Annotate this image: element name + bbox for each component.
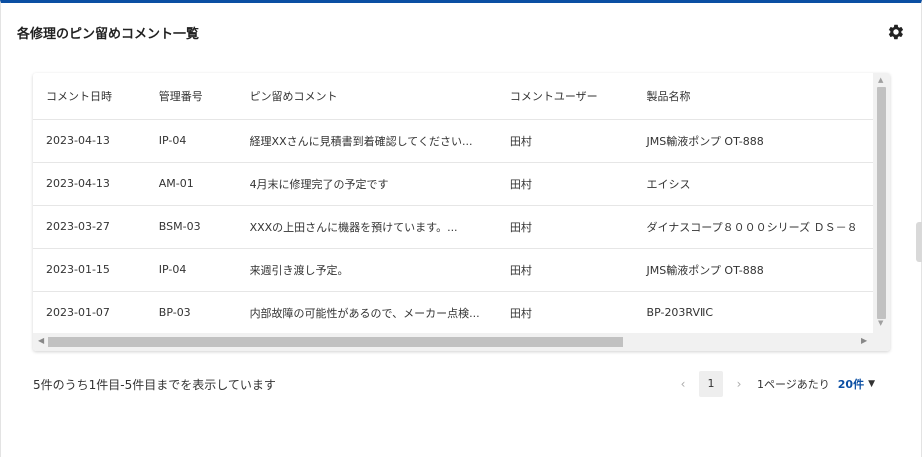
side-edge-tab[interactable]: [916, 222, 922, 262]
table-row[interactable]: 2023-03-27 BSM-03 XXXの上田さんに機器を預けています。...…: [33, 204, 873, 248]
card-title: 各修理のピン留めコメント一覧: [17, 27, 200, 42]
cell-management-number: AM-01: [145, 161, 237, 205]
vertical-scroll-thumb[interactable]: [877, 87, 886, 319]
cell-pinned-comment: 内部故障の可能性があるので、メーカー点検...: [236, 290, 497, 333]
cell-comment-date: 2023-04-13: [33, 161, 146, 205]
cell-product-name: JMS輸液ポンプ OT-888: [633, 247, 873, 291]
cell-pinned-comment: 経理XXさんに見積書到着確認してください...: [236, 118, 497, 162]
gear-icon[interactable]: [887, 23, 905, 41]
header-pinned-comment[interactable]: ピン留めコメント: [237, 73, 497, 119]
horizontal-scrollbar[interactable]: ◀ ▶: [33, 333, 890, 351]
cell-management-number: IP-04: [145, 247, 237, 291]
cell-management-number: BP-03: [145, 290, 237, 333]
cell-management-number: BSM-03: [145, 204, 237, 248]
per-page-select[interactable]: 20件: [838, 376, 864, 392]
cell-comment-user: 田村: [496, 204, 634, 248]
cell-comment-user: 田村: [496, 290, 634, 333]
cell-comment-date: 2023-04-13: [33, 118, 146, 162]
scroll-up-arrow-icon[interactable]: ▲: [878, 76, 883, 84]
scroll-down-arrow-icon[interactable]: ▼: [878, 319, 883, 327]
cell-comment-user: 田村: [496, 247, 634, 291]
cell-pinned-comment: 来週引き渡し予定。: [236, 247, 497, 291]
cell-product-name: ダイナスコープ８０００シリーズ ＤＳ－８: [633, 204, 873, 248]
table-viewport: コメント日時 管理番号 ピン留めコメント コメントユーザー 製品名称 2023-…: [33, 73, 873, 333]
chevron-left-icon[interactable]: ‹: [673, 377, 693, 391]
header-product-name[interactable]: 製品名称: [634, 73, 873, 119]
chevron-right-icon[interactable]: ›: [729, 377, 749, 391]
header-management-number[interactable]: 管理番号: [146, 73, 237, 119]
cell-comment-date: 2023-01-15: [33, 247, 146, 291]
cell-comment-date: 2023-01-07: [33, 290, 146, 333]
cell-comment-date: 2023-03-27: [33, 204, 146, 248]
scroll-right-arrow-icon[interactable]: ▶: [861, 336, 867, 345]
cell-product-name: エイシス: [633, 161, 873, 205]
scroll-left-arrow-icon[interactable]: ◀: [38, 336, 44, 345]
header-comment-date[interactable]: コメント日時: [33, 73, 146, 119]
pinned-comments-card: 各修理のピン留めコメント一覧 コメント日時 管理番号 ピン留めコメント コメント…: [0, 0, 922, 457]
per-page-label: 1ページあたり: [757, 378, 830, 391]
comments-table-container: コメント日時 管理番号 ピン留めコメント コメントユーザー 製品名称 2023-…: [33, 73, 890, 351]
caret-down-icon[interactable]: ▼: [868, 379, 875, 389]
table-header-row: コメント日時 管理番号 ピン留めコメント コメントユーザー 製品名称: [33, 73, 873, 119]
cell-pinned-comment: 4月末に修理完了の予定です: [236, 161, 497, 205]
cell-product-name: JMS輸液ポンプ OT-888: [633, 118, 873, 162]
cell-product-name: BP-203RVⅡC: [633, 290, 873, 333]
page-number-button[interactable]: 1: [699, 371, 723, 397]
table-row[interactable]: 2023-01-15 IP-04 来週引き渡し予定。 田村 JMS輸液ポンプ O…: [33, 247, 873, 291]
table-row[interactable]: 2023-04-13 IP-04 経理XXさんに見積書到着確認してください...…: [33, 118, 873, 162]
cell-management-number: IP-04: [145, 118, 237, 162]
table-row[interactable]: 2023-04-13 AM-01 4月末に修理完了の予定です 田村 エイシス: [33, 161, 873, 205]
results-summary: 5件のうち1件目-5件目までを表示しています: [33, 378, 276, 392]
cell-pinned-comment: XXXの上田さんに機器を預けています。...: [236, 204, 497, 248]
pagination: ‹ 1 › 1ページあたり 20件 ▼: [673, 371, 875, 397]
cell-comment-user: 田村: [496, 161, 634, 205]
cell-comment-user: 田村: [496, 118, 634, 162]
horizontal-scroll-thumb[interactable]: [48, 337, 623, 347]
header-comment-user[interactable]: コメントユーザー: [497, 73, 634, 119]
comments-table: コメント日時 管理番号 ピン留めコメント コメントユーザー 製品名称 2023-…: [33, 73, 873, 333]
table-row[interactable]: 2023-01-07 BP-03 内部故障の可能性があるので、メーカー点検...…: [33, 290, 873, 333]
vertical-scrollbar[interactable]: ▲ ▼: [873, 73, 890, 333]
